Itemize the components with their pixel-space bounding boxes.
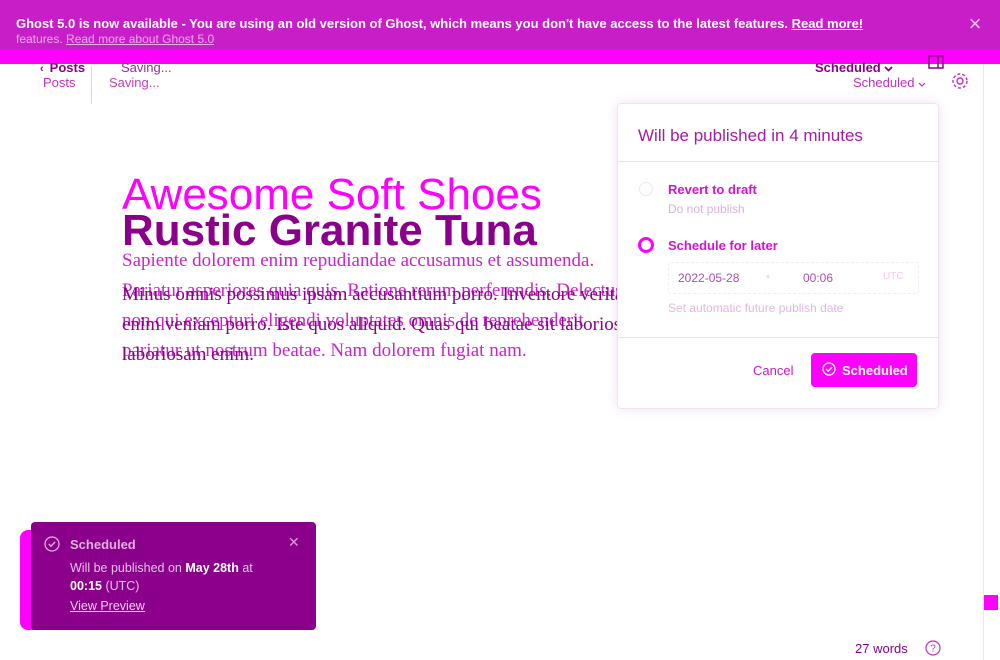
toast-message-suffix: (UTC) (101, 579, 140, 593)
schedule-date-input[interactable]: 2022-05-28 (678, 271, 739, 285)
publish-status-label: Scheduled (815, 60, 881, 75)
publish-status-shadow-label: Scheduled (853, 75, 915, 90)
banner-read-more-link[interactable]: Read more! (792, 16, 864, 31)
publish-menu-footer-divider (618, 337, 938, 338)
schedule-button[interactable]: Scheduled (811, 353, 917, 387)
publish-menu-divider (618, 161, 938, 162)
publish-status-shadow: Scheduled (853, 75, 926, 90)
toast-date: May 28th (185, 561, 239, 575)
publish-status-dropdown[interactable]: Scheduled Scheduled (815, 60, 926, 90)
scheduled-toast: Scheduled ✕ Will be published on May 28t… (31, 522, 316, 630)
close-icon[interactable]: ✕ (288, 534, 300, 551)
toast-message-prefix: Will be published on (70, 561, 186, 575)
save-status: Saving... Saving... (109, 60, 172, 90)
header-divider (91, 66, 92, 104)
back-posts-label: Posts (49, 60, 86, 75)
gear-icon[interactable] (951, 72, 969, 90)
schedule-later-label[interactable]: Schedule for later (668, 238, 778, 253)
check-circle-icon (822, 362, 836, 376)
help-icon[interactable]: ? (925, 640, 941, 656)
publish-menu: Will be published in 4 minutes Revert to… (617, 103, 939, 409)
scrollbar-thumb[interactable] (984, 595, 998, 610)
view-preview-link[interactable]: View Preview (70, 599, 145, 613)
banner-ghost-text: features. (16, 32, 63, 46)
revert-draft-label[interactable]: Revert to draft (668, 182, 757, 197)
schedule-datetime-field: 2022-05-28 ▪ 00:06 UTC (668, 262, 919, 294)
close-icon[interactable]: × (965, 13, 985, 35)
toast-message: Will be published on May 28th at 00:15 (… (70, 559, 275, 595)
timezone-label: UTC (883, 271, 904, 282)
schedule-button-label: Scheduled (842, 363, 908, 378)
back-to-posts-link[interactable]: ‹ Posts Posts (40, 60, 90, 90)
toast-time: 00:15 (70, 579, 102, 593)
svg-text:?: ? (930, 644, 936, 655)
chevron-down-icon (918, 82, 926, 87)
word-count: 27 words (855, 641, 908, 656)
toast-message-mid: at (238, 561, 253, 575)
save-status-label: Saving... (121, 60, 172, 75)
revert-draft-radio[interactable] (639, 182, 653, 196)
check-circle-icon (44, 536, 60, 552)
back-posts-shadow-label: Posts (43, 75, 76, 90)
publish-menu-title: Will be published in 4 minutes (638, 126, 863, 145)
save-status-shadow-label: Saving... (109, 75, 160, 90)
schedule-later-radio[interactable] (638, 237, 654, 253)
banner-ghost-link[interactable]: Read more about Ghost 5.0 (66, 32, 214, 46)
schedule-hint: Set automatic future publish date (668, 301, 844, 315)
banner-message-text: Ghost 5.0 is now available - You are usi… (16, 16, 788, 31)
revert-draft-description: Do not publish (668, 202, 745, 216)
update-banner: Ghost 5.0 is now available - You are usi… (0, 0, 1000, 50)
chevron-down-icon (884, 66, 894, 72)
schedule-time-input[interactable]: 00:06 (803, 271, 833, 285)
sidebar-toggle-icon[interactable] (928, 55, 944, 69)
cancel-button[interactable]: Cancel (753, 363, 793, 378)
banner-message: Ghost 5.0 is now available - You are usi… (16, 16, 916, 31)
calendar-icon[interactable]: ▪ (766, 271, 770, 283)
chevron-left-icon: ‹ (40, 63, 44, 75)
banner-ghost-line: features. Read more about Ghost 5.0 (16, 32, 214, 46)
editor-scrollbar[interactable] (983, 64, 1000, 660)
toast-title: Scheduled (70, 537, 136, 552)
